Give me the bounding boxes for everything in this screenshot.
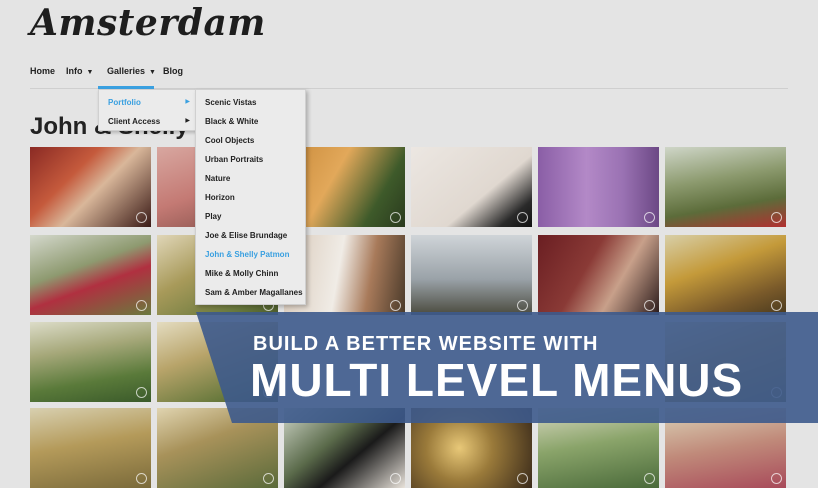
- submenu-item-play[interactable]: Play: [205, 212, 221, 221]
- watermark-icon: [517, 212, 528, 223]
- submenu-item-sam-amber[interactable]: Sam & Amber Magallanes: [205, 288, 303, 297]
- gallery-thumbnail[interactable]: [30, 322, 151, 402]
- watermark-icon: [136, 212, 147, 223]
- watermark-icon: [390, 473, 401, 484]
- gallery-thumbnail[interactable]: [411, 235, 532, 315]
- submenu-item-nature[interactable]: Nature: [205, 174, 230, 183]
- gallery-thumbnail[interactable]: [665, 235, 786, 315]
- gallery-thumbnail[interactable]: [411, 147, 532, 227]
- gallery-thumbnail[interactable]: [284, 408, 405, 488]
- submenu-item-joe-elise[interactable]: Joe & Elise Brundage: [205, 231, 287, 240]
- gallery-thumbnail[interactable]: [157, 408, 278, 488]
- gallery-thumbnail[interactable]: [411, 408, 532, 488]
- submenu-item-cool-objects[interactable]: Cool Objects: [205, 136, 254, 145]
- submenu-item-urban-portraits[interactable]: Urban Portraits: [205, 155, 263, 164]
- banner-headline-large: MULTI LEVEL MENUS: [250, 354, 744, 406]
- chevron-right-icon: ▶: [185, 99, 190, 105]
- menu-item-portfolio[interactable]: Portfolio: [108, 98, 141, 107]
- watermark-icon: [390, 212, 401, 223]
- watermark-icon: [390, 300, 401, 311]
- watermark-icon: [771, 473, 782, 484]
- gallery-thumbnail[interactable]: [538, 147, 659, 227]
- submenu-item-scenic-vistas[interactable]: Scenic Vistas: [205, 98, 256, 107]
- gallery-thumbnail[interactable]: [665, 147, 786, 227]
- menu-item-client-access[interactable]: Client Access: [108, 117, 160, 126]
- submenu-item-black-white[interactable]: Black & White: [205, 117, 258, 126]
- submenu-item-mike-molly[interactable]: Mike & Molly Chinn: [205, 269, 278, 278]
- watermark-icon: [644, 212, 655, 223]
- watermark-icon: [136, 473, 147, 484]
- portfolio-submenu: Scenic Vistas Black & White Cool Objects…: [195, 89, 306, 305]
- watermark-icon: [136, 300, 147, 311]
- gallery-thumbnail[interactable]: [538, 408, 659, 488]
- watermark-icon: [771, 212, 782, 223]
- watermark-icon: [263, 473, 274, 484]
- watermark-icon: [771, 387, 782, 398]
- watermark-icon: [517, 300, 528, 311]
- submenu-item-john-shelly[interactable]: John & Shelly Patmon: [205, 250, 289, 259]
- watermark-icon: [644, 300, 655, 311]
- galleries-dropdown: Portfolio ▶ Client Access ▶: [98, 89, 197, 131]
- gallery-thumbnail[interactable]: [30, 147, 151, 227]
- chevron-right-icon: ▶: [185, 118, 190, 124]
- watermark-icon: [771, 300, 782, 311]
- watermark-icon: [644, 473, 655, 484]
- gallery-thumbnail[interactable]: [30, 235, 151, 315]
- watermark-icon: [136, 387, 147, 398]
- gallery-thumbnail[interactable]: [538, 235, 659, 315]
- gallery-thumbnail[interactable]: [30, 408, 151, 488]
- submenu-item-horizon[interactable]: Horizon: [205, 193, 235, 202]
- gallery-thumbnail[interactable]: [665, 408, 786, 488]
- watermark-icon: [517, 473, 528, 484]
